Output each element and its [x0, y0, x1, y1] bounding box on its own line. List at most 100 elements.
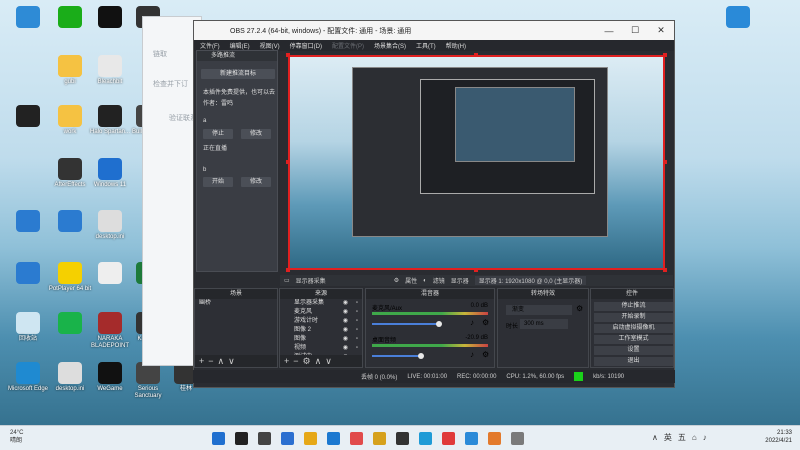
source-item[interactable]: 游戏计时 ◉ ▫	[280, 317, 362, 326]
lock-icon[interactable]: ▫	[356, 299, 358, 308]
weather-widget[interactable]: 24°C 晴朗	[10, 429, 23, 445]
slider-handle[interactable]	[436, 321, 442, 327]
gear-icon[interactable]: ⚙	[482, 318, 489, 327]
visibility-icon[interactable]: ◉	[343, 317, 348, 326]
control-button[interactable]: 启动虚拟摄像机	[594, 324, 673, 333]
desktop-icon[interactable]: desktop.ini	[88, 210, 132, 241]
add-icon[interactable]: +	[199, 356, 208, 366]
desktop-icon[interactable]: gubi	[48, 55, 92, 86]
start-button[interactable]: 开始	[203, 177, 233, 187]
remove-icon[interactable]: −	[208, 356, 217, 366]
desktop-icon[interactable]: desktop.ini	[48, 362, 92, 393]
control-button[interactable]: 停止推流	[594, 302, 673, 311]
resize-handle-tr[interactable]	[663, 53, 667, 57]
display-select[interactable]: 显示器 1: 1920x1080 @ 0,0 (主显示器)	[474, 276, 587, 285]
speaker-icon[interactable]: ♪	[470, 350, 474, 359]
source-item[interactable]: 视频 ◉ ▫	[280, 344, 362, 353]
down-icon[interactable]: ∨	[228, 356, 239, 366]
gear-icon[interactable]: ⚙	[303, 356, 315, 366]
taskbar-app-icon[interactable]	[304, 432, 317, 445]
source-item[interactable]: 图像 2 ◉ ▫	[280, 326, 362, 335]
edit-button-b[interactable]: 修改	[241, 177, 271, 187]
menu-item[interactable]: 文件(F)	[200, 41, 220, 50]
visibility-icon[interactable]: ◉	[343, 299, 348, 308]
desktop-icon[interactable]: 回收站	[6, 312, 50, 343]
close-button[interactable]: ✕	[648, 21, 674, 40]
taskbar-app-icon[interactable]	[465, 432, 478, 445]
down-icon[interactable]: ∨	[325, 356, 336, 366]
resize-handle-tl[interactable]	[286, 53, 290, 57]
taskbar-app-icon[interactable]	[327, 432, 340, 445]
desktop-icon[interactable]	[48, 312, 92, 336]
language-indicator[interactable]: 英	[664, 433, 678, 442]
resize-handle-bl[interactable]	[286, 268, 290, 272]
menu-item[interactable]: 配置文件(P)	[332, 41, 364, 50]
desktop-icon[interactable]: Windows 11	[88, 158, 132, 189]
up-icon[interactable]: ∧	[315, 356, 326, 366]
lock-icon[interactable]: ▫	[356, 317, 358, 326]
resize-handle-b[interactable]	[474, 268, 478, 272]
network-icon[interactable]: ⌂	[692, 433, 703, 442]
new-stream-target-button[interactable]: 新建推流目标	[201, 69, 275, 79]
minimize-button[interactable]: —	[596, 21, 622, 40]
up-icon[interactable]: ∧	[218, 356, 229, 366]
volume-slider[interactable]	[372, 323, 438, 325]
source-item[interactable]: 图像 ◉ ▫	[280, 335, 362, 344]
gear-icon[interactable]: ⚙	[576, 304, 583, 313]
visibility-icon[interactable]: ◉	[343, 326, 348, 335]
resize-handle-l[interactable]	[286, 160, 290, 164]
desktop-icon[interactable]: Microsoft Edge	[6, 362, 50, 393]
control-button[interactable]: 设置	[594, 346, 673, 355]
taskbar-app-icon[interactable]	[396, 432, 409, 445]
visibility-icon[interactable]: ◉	[343, 308, 348, 317]
duration-input[interactable]: 300 ms	[520, 319, 568, 329]
taskbar-app-icon[interactable]	[373, 432, 386, 445]
preview-canvas[interactable]	[288, 55, 665, 270]
source-item[interactable]: 显示器采集 ◉ ▫	[280, 299, 362, 308]
speaker-icon[interactable]: ♪	[470, 318, 474, 327]
menu-item[interactable]: 视图(V)	[260, 41, 280, 50]
taskbar-app-icon[interactable]	[212, 432, 225, 445]
taskbar-app-icon[interactable]	[258, 432, 271, 445]
edit-button-a[interactable]: 修改	[241, 129, 271, 139]
resize-handle-br[interactable]	[663, 268, 667, 272]
taskbar-app-icon[interactable]	[511, 432, 524, 445]
control-button[interactable]: 工作室模式	[594, 335, 673, 344]
volume-icon[interactable]: ♪	[703, 433, 713, 442]
taskbar-app-icon[interactable]	[281, 432, 294, 445]
desktop-icon[interactable]	[48, 210, 92, 234]
chevron-up-icon[interactable]: ∧	[652, 433, 664, 442]
add-icon[interactable]: +	[284, 356, 293, 366]
desktop-icon[interactable]	[6, 262, 50, 286]
scene-item[interactable]: 幽桥	[195, 299, 277, 308]
control-button[interactable]: 退出	[594, 357, 673, 366]
taskbar-app-icon[interactable]	[488, 432, 501, 445]
remove-icon[interactable]: −	[293, 356, 302, 366]
transition-select[interactable]: 渐变	[506, 305, 572, 315]
stop-button[interactable]: 停止	[203, 129, 233, 139]
taskbar-app-icon[interactable]	[350, 432, 363, 445]
slider-handle[interactable]	[418, 353, 425, 359]
desktop-icon[interactable]	[6, 105, 50, 129]
menu-item[interactable]: 工具(T)	[416, 41, 436, 50]
lock-icon[interactable]: ▫	[356, 344, 358, 353]
resize-handle-t[interactable]	[474, 53, 478, 57]
visibility-icon[interactable]: ◉	[343, 335, 348, 344]
lock-icon[interactable]: ▫	[356, 308, 358, 317]
maximize-button[interactable]: ☐	[622, 21, 648, 40]
menu-item[interactable]: 帮助(H)	[446, 41, 466, 50]
taskbar-app-icon[interactable]	[442, 432, 455, 445]
taskbar-app-icon[interactable]	[235, 432, 248, 445]
ime-indicator[interactable]: 五	[678, 433, 692, 442]
desktop-icon[interactable]	[6, 210, 50, 234]
gear-icon[interactable]: ⚙	[482, 350, 489, 359]
volume-slider[interactable]	[372, 355, 421, 357]
desktop-icon[interactable]: PotPlayer 64 bit	[48, 262, 92, 293]
desktop-icon[interactable]: AfterEffects	[48, 158, 92, 189]
menu-item[interactable]: 场景集合(S)	[374, 41, 406, 50]
control-button[interactable]: 开始录制	[594, 313, 673, 322]
desktop-icon[interactable]: work	[48, 105, 92, 136]
taskbar-app-icon[interactable]	[419, 432, 432, 445]
menu-item[interactable]: 停靠窗口(D)	[290, 41, 322, 50]
desktop-icon[interactable]	[48, 6, 92, 30]
